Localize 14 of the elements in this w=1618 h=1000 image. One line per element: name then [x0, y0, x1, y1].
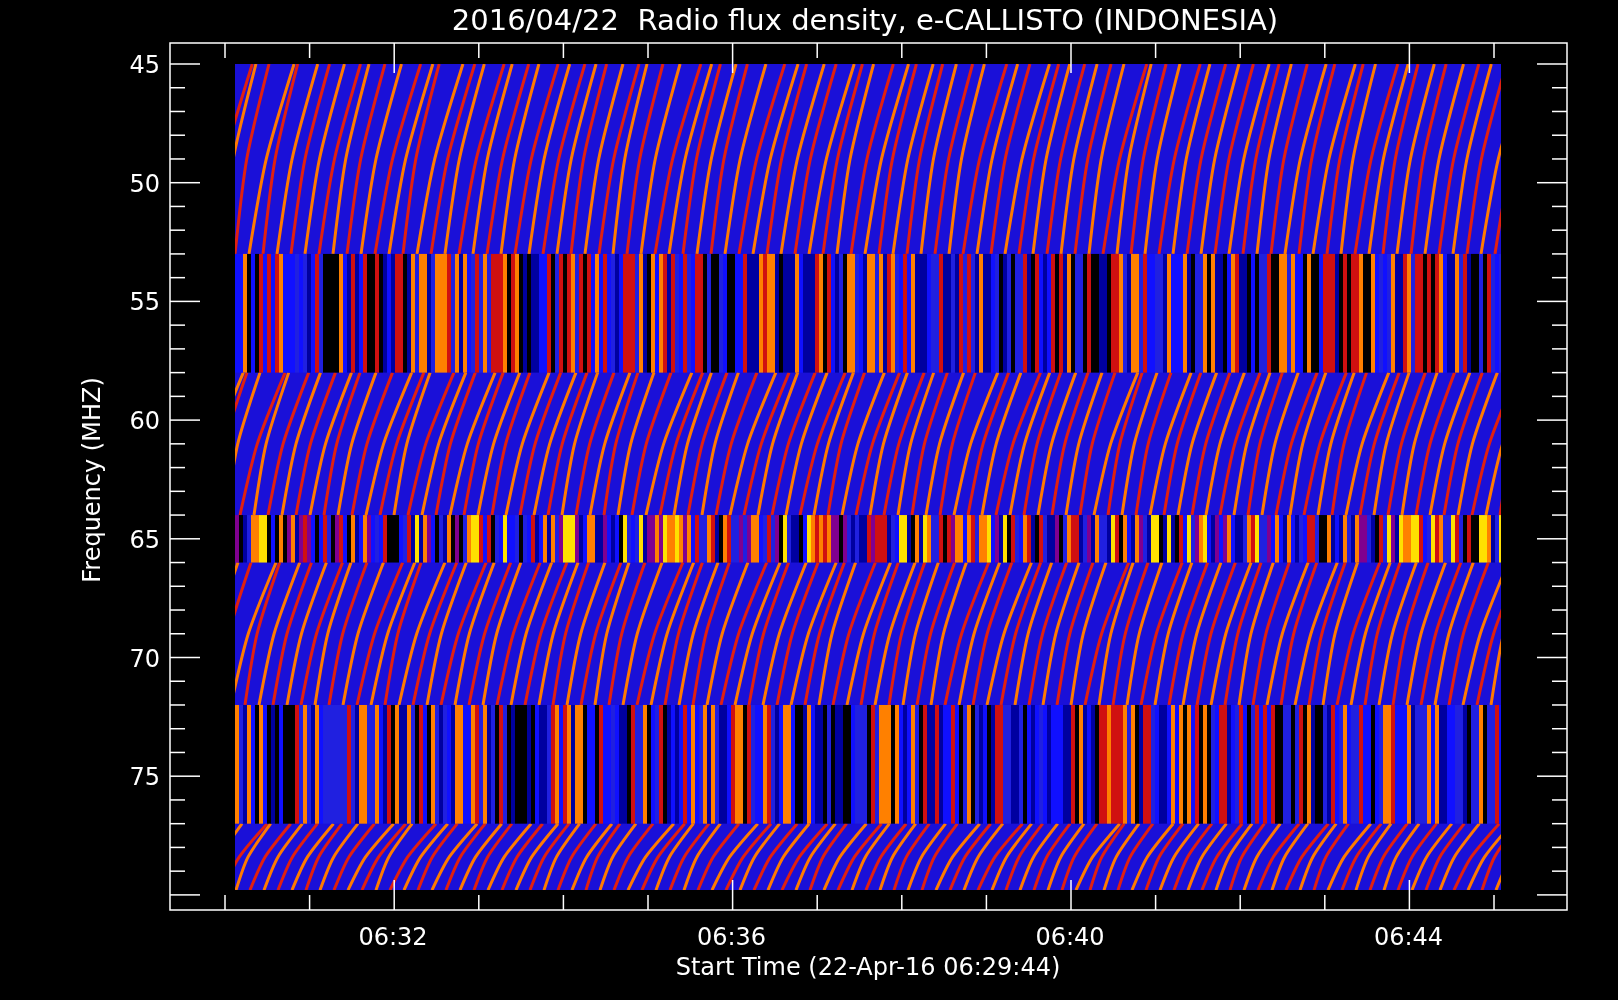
tick-label: 75	[129, 763, 160, 792]
tick-label: 06:40	[1035, 923, 1105, 951]
tick-label: 06:32	[358, 923, 428, 951]
tick-label: 06:44	[1373, 923, 1444, 951]
tick-label: 50	[129, 169, 160, 198]
axis-title: Start Time (22-Apr-16 06:29:44)	[675, 953, 1061, 981]
chart-title: 2016/04/22 Radio flux density, e-CALLISTO (INDONESIA)	[451, 3, 1279, 37]
tick-label: 65	[129, 525, 160, 554]
tick-label: 55	[129, 288, 160, 317]
tick-label: 70	[129, 644, 160, 673]
axis-title: Frequency (MHZ)	[78, 377, 106, 583]
tick-label: 60	[129, 407, 160, 436]
tick-label: 06:36	[696, 923, 767, 951]
tick-label: 45	[129, 51, 160, 79]
